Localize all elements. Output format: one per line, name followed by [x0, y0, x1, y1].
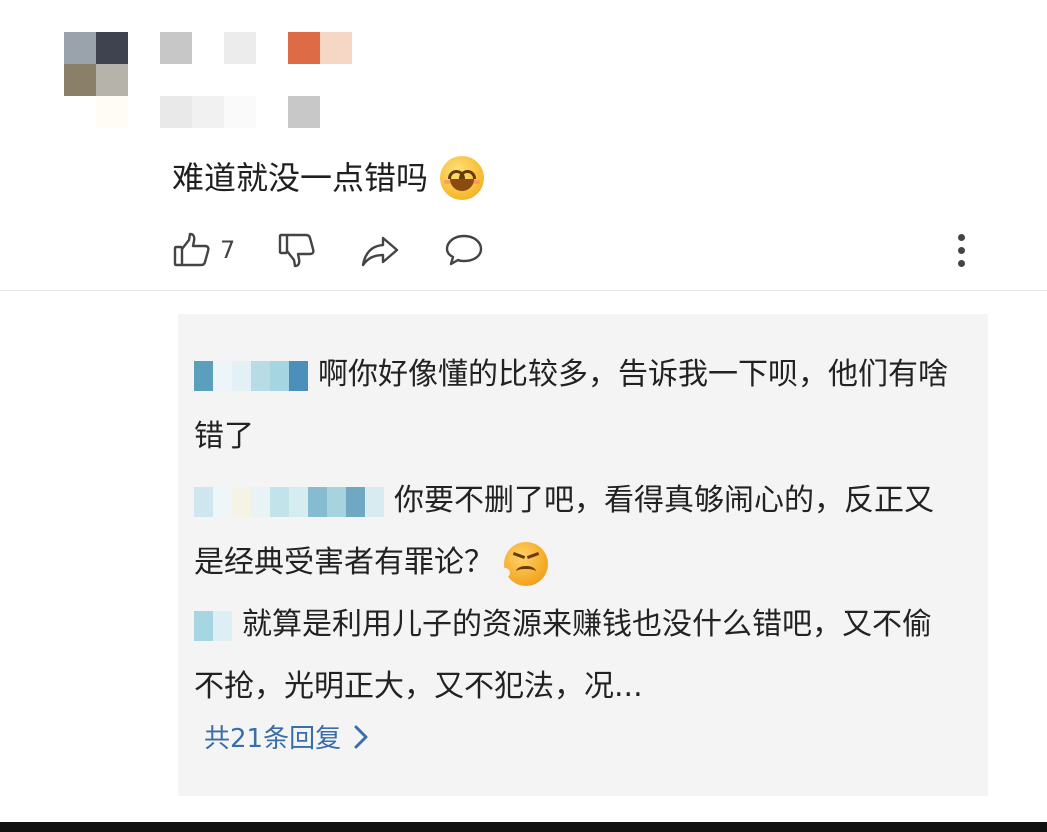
username-blurred[interactable] — [160, 32, 352, 64]
mosaic-cell — [64, 96, 96, 128]
mosaic-cell — [289, 486, 308, 517]
share-button[interactable] — [359, 230, 401, 270]
mosaic-cell — [192, 32, 224, 64]
mosaic-cell — [270, 360, 289, 391]
mosaic-cell — [213, 486, 232, 517]
reply-username-blurred[interactable] — [194, 486, 384, 517]
mosaic-cell — [192, 96, 224, 128]
mosaic-cell — [224, 96, 256, 128]
mosaic-cell — [346, 486, 365, 517]
share-arrow-icon — [362, 236, 399, 267]
speech-bubble-icon — [446, 234, 483, 266]
more-vertical-icon[interactable] — [946, 230, 976, 270]
mosaic-cell — [320, 32, 352, 64]
comment-actions: 7 — [172, 226, 527, 274]
thumbs-down-icon — [279, 233, 315, 268]
divider — [0, 290, 1047, 291]
mosaic-cell — [96, 32, 128, 64]
like-count: 7 — [220, 236, 236, 264]
mosaic-cell — [256, 32, 288, 64]
mosaic-cell — [213, 360, 232, 391]
mosaic-cell — [251, 360, 270, 391]
mosaic-cell — [64, 64, 96, 96]
mosaic-cell — [224, 32, 256, 64]
mosaic-cell — [251, 486, 270, 517]
mosaic-cell — [213, 610, 232, 641]
view-all-replies-link[interactable]: 共21条回复 — [204, 718, 369, 755]
mosaic-cell — [365, 486, 384, 517]
mosaic-cell — [64, 32, 96, 64]
avatar[interactable] — [64, 32, 128, 128]
mosaic-cell — [232, 486, 251, 517]
view-all-replies-label: 共21条回复 — [204, 724, 342, 754]
mosaic-cell — [160, 32, 192, 64]
comment-text: 难道就没一点错吗 — [172, 159, 429, 197]
reply-text: 就算是利用儿子的资源来赚钱也没什么错吧，又不偷不抢，光明正大，又不犯法，况... — [194, 607, 932, 704]
mosaic-cell — [194, 610, 213, 641]
chevron-right-icon — [354, 725, 368, 748]
mosaic-cell — [288, 96, 320, 128]
mosaic-cell — [288, 32, 320, 64]
mosaic-cell — [270, 486, 289, 517]
mosaic-cell — [308, 486, 327, 517]
comment-body: 难道就没一点错吗 — [172, 150, 485, 206]
mosaic-cell — [256, 96, 288, 128]
mosaic-cell — [232, 360, 251, 391]
comment-meta-blurred — [160, 96, 320, 128]
dislike-button[interactable] — [277, 230, 317, 270]
reply-item[interactable]: 就算是利用儿子的资源来赚钱也没什么错吧，又不偷不抢，光明正大，又不犯法，况... — [194, 594, 954, 718]
mosaic-cell — [194, 360, 213, 391]
comment-page: 难道就没一点错吗 7 啊你好像懂的比较多，告诉我一下呗，他们有啥错了 你要不删了… — [0, 0, 1047, 832]
reply-username-blurred[interactable] — [194, 360, 308, 391]
mosaic-cell — [289, 360, 308, 391]
reply-item[interactable]: 你要不删了吧，看得真够闹心的，反正又是经典受害者有罪论？ — [194, 470, 954, 594]
mosaic-cell — [96, 64, 128, 96]
reply-username-blurred[interactable] — [194, 610, 232, 641]
reply-item[interactable]: 啊你好像懂的比较多，告诉我一下呗，他们有啥错了 — [194, 344, 954, 468]
mosaic-cell — [160, 96, 192, 128]
thumbs-up-icon — [173, 232, 210, 267]
reply-preview-panel[interactable]: 啊你好像懂的比较多，告诉我一下呗，他们有啥错了 你要不删了吧，看得真够闹心的，反… — [178, 314, 988, 796]
mosaic-cell — [327, 486, 346, 517]
reply-button[interactable] — [443, 230, 485, 270]
mosaic-cell — [194, 486, 213, 517]
screen-bottom-edge — [0, 822, 1047, 832]
mosaic-cell — [96, 96, 128, 128]
angry-steaming-face-icon — [496, 541, 548, 586]
laughing-face-icon — [440, 156, 485, 200]
like-button[interactable]: 7 — [172, 230, 235, 270]
